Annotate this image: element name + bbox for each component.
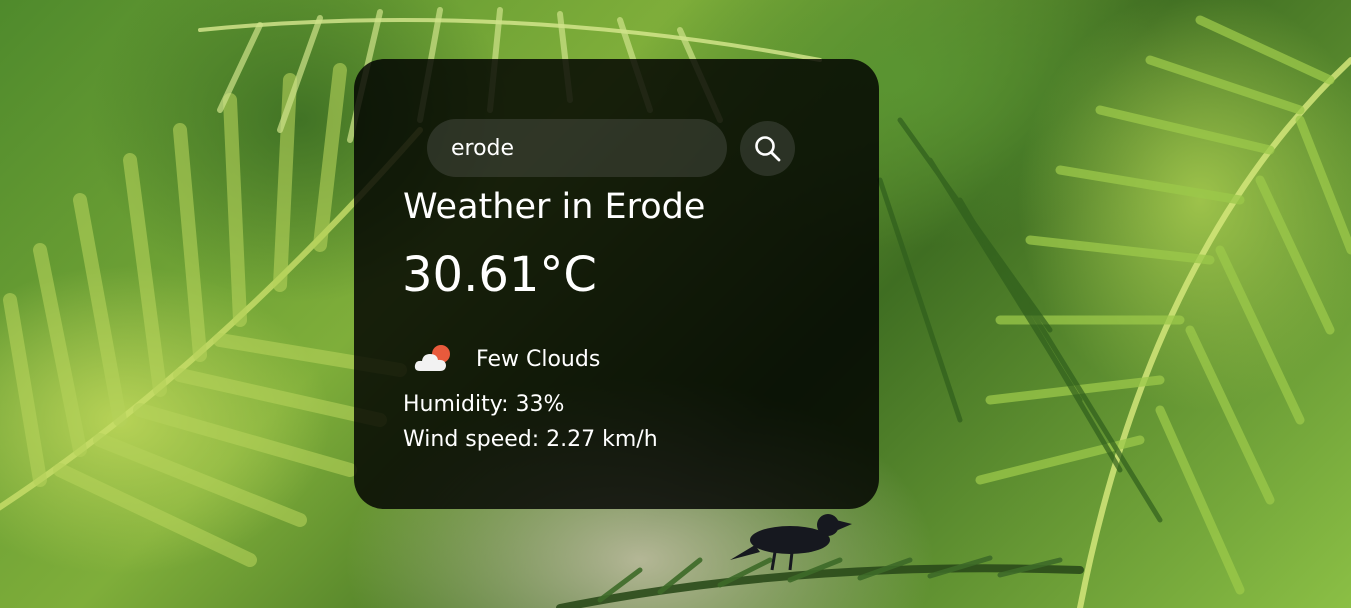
search-input[interactable] bbox=[427, 119, 727, 177]
few-clouds-icon bbox=[414, 345, 450, 371]
humidity-text: Humidity: 33% bbox=[403, 392, 565, 417]
weather-card: Weather in Erode 30.61°C Few Clouds Humi… bbox=[354, 59, 879, 509]
weather-condition: Few Clouds bbox=[412, 337, 600, 381]
search-bar bbox=[427, 119, 797, 177]
temperature: 30.61°C bbox=[402, 247, 597, 303]
condition-label: Few Clouds bbox=[476, 346, 601, 372]
city-title: Weather in Erode bbox=[403, 187, 706, 227]
search-icon bbox=[754, 135, 780, 161]
wind-speed-text: Wind speed: 2.27 km/h bbox=[403, 427, 658, 452]
search-button[interactable] bbox=[740, 121, 795, 176]
